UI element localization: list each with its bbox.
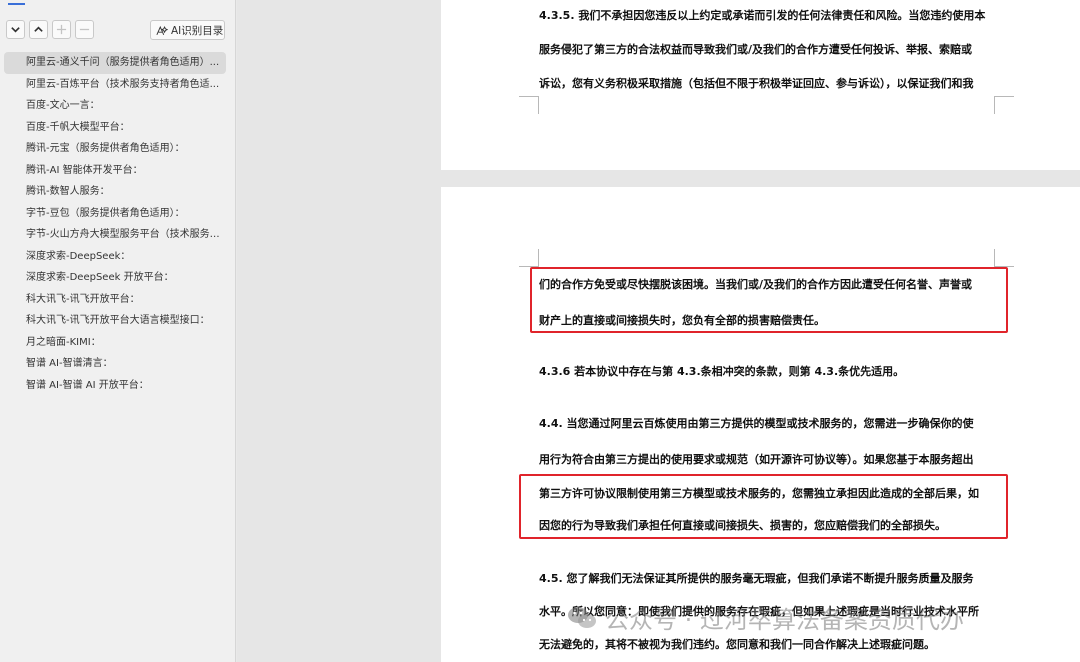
watermark-text: 公众号 · 过河卒算法备案资质代办 xyxy=(605,606,964,634)
ai-sparkle-icon xyxy=(156,25,168,35)
toc-item[interactable]: 智谱 AI-智谱 AI 开放平台： xyxy=(4,375,226,397)
minus-icon xyxy=(79,28,90,31)
text-line: 无法避免的，其将不被视为我们违约。您同意和我们一同合作解决上述瑕疵问题。 xyxy=(539,638,935,651)
text-line: 第三方许可协议限制使用第三方模型或技术服务的，您需独立承担因此造成的全部后果，如 xyxy=(539,487,979,500)
toc-item[interactable]: 字节-豆包（服务提供者角色适用）： xyxy=(4,203,226,225)
outline-toolbar: AI识别目录 xyxy=(6,20,230,40)
text-line: 们的合作方免受或尽快摆脱该困境。当我们或/及我们的合作方因此遭受任何名誉、声誉或 xyxy=(539,278,973,291)
wechat-icon xyxy=(568,606,596,628)
clause-4-4-continued: 第三方许可协议限制使用第三方模型或技术服务的，您需独立承担因此造成的全部后果，如… xyxy=(539,485,1009,549)
document-page: 们的合作方免受或尽快摆脱该困境。当我们或/及我们的合作方因此遭受任何名誉、声誉或… xyxy=(441,187,1080,662)
plus-icon xyxy=(56,24,67,35)
wechat-watermark: 公众号 · 过河卒算法备案资质代办 xyxy=(567,600,964,635)
toc-item[interactable]: 腾讯-数智人服务： xyxy=(4,181,226,203)
document-canvas[interactable]: 4.3.5. 我们不承担因您违反以上约定或承诺而引发的任何法律责任和风险。当您违… xyxy=(237,0,1080,662)
toc-item[interactable]: 深度求索-DeepSeek： xyxy=(4,246,226,268)
crop-mark xyxy=(994,96,1014,97)
chevron-up-icon xyxy=(34,26,43,32)
add-heading-button[interactable] xyxy=(52,20,71,39)
toc-item[interactable]: 百度-文心一言： xyxy=(4,95,226,117)
crop-mark xyxy=(994,249,995,267)
toc-item[interactable]: 腾讯-AI 智能体开发平台： xyxy=(4,160,226,182)
toc-item[interactable]: 腾讯-元宝（服务提供者角色适用）： xyxy=(4,138,226,160)
text-line: 4.3.5. 我们不承担因您违反以上约定或承诺而引发的任何法律责任和风险。当您违… xyxy=(539,9,986,22)
toc-item[interactable]: 阿里云-百炼平台（技术服务支持者角色适... xyxy=(4,74,226,96)
text-line: 4.4. 当您通过阿里云百炼使用由第三方提供的模型或技术服务的，您需进一步确保你… xyxy=(539,417,974,430)
toc-item[interactable]: 科大讯飞-讯飞开放平台： xyxy=(4,289,226,311)
toc-item[interactable]: 百度-千帆大模型平台： xyxy=(4,117,226,139)
toc-item[interactable]: 智谱 AI-智谱清言： xyxy=(4,353,226,375)
toc-item[interactable]: 阿里云-通义千问（服务提供者角色适用）... xyxy=(4,52,226,74)
text-line: 4.3.6 若本协议中存在与第 4.3.条相冲突的条款，则第 4.3.条优先适用… xyxy=(539,365,905,378)
outline-tab-indicator xyxy=(8,3,25,5)
crop-mark xyxy=(538,249,539,267)
crop-mark xyxy=(519,96,539,97)
clause-4-3-6: 4.3.6 若本协议中存在与第 4.3.条相冲突的条款，则第 4.3.条优先适用… xyxy=(539,363,1009,379)
document-page: 4.3.5. 我们不承担因您违反以上约定或承诺而引发的任何法律责任和风险。当您违… xyxy=(441,0,1080,170)
chevron-down-icon xyxy=(11,27,20,33)
table-of-contents: 阿里云-通义千问（服务提供者角色适用）... 阿里云-百炼平台（技术服务支持者角… xyxy=(4,52,226,396)
crop-mark xyxy=(994,96,995,114)
text-line: 诉讼，您有义务积极采取措施（包括但不限于积极举证回应、参与诉讼），以保证我们和我 xyxy=(539,77,974,90)
text-line: 服务侵犯了第三方的合法权益而导致我们或/及我们的合作方遭受任何投诉、举报、索赔或 xyxy=(539,43,973,56)
clause-4-3-5: 4.3.5. 我们不承担因您违反以上约定或承诺而引发的任何法律责任和风险。当您违… xyxy=(539,7,1009,109)
toc-item[interactable]: 字节-火山方舟大模型服务平台（技术服务 ... xyxy=(4,224,226,246)
toc-item[interactable]: 月之暗面-KIMI： xyxy=(4,332,226,354)
collapse-down-button[interactable] xyxy=(6,20,25,39)
remove-heading-button[interactable] xyxy=(75,20,94,39)
text-line: 4.5. 您了解我们无法保证其所提供的服务毫无瑕疵，但我们承诺不断提升服务质量及… xyxy=(539,572,974,585)
clause-4-3-5-continued: 们的合作方免受或尽快摆脱该困境。当我们或/及我们的合作方因此遭受任何名誉、声誉或… xyxy=(539,276,1009,348)
text-line: 因您的行为导致我们承担任何直接或间接损失、损害的，您应赔偿我们的全部损失。 xyxy=(539,519,946,532)
toc-item[interactable]: 科大讯飞-讯飞开放平台大语言模型接口： xyxy=(4,310,226,332)
ai-button-label: AI识别目录 xyxy=(171,24,224,37)
toc-item[interactable]: 深度求索-DeepSeek 开放平台： xyxy=(4,267,226,289)
crop-mark xyxy=(538,96,539,114)
text-line: 财产上的直接或间接损失时，您负有全部的损害赔偿责任。 xyxy=(539,314,825,327)
outline-sidebar: AI识别目录 阿里云-通义千问（服务提供者角色适用）... 阿里云-百炼平台（技… xyxy=(0,0,236,662)
collapse-up-button[interactable] xyxy=(29,20,48,39)
ai-recognize-toc-button[interactable]: AI识别目录 xyxy=(150,20,225,40)
